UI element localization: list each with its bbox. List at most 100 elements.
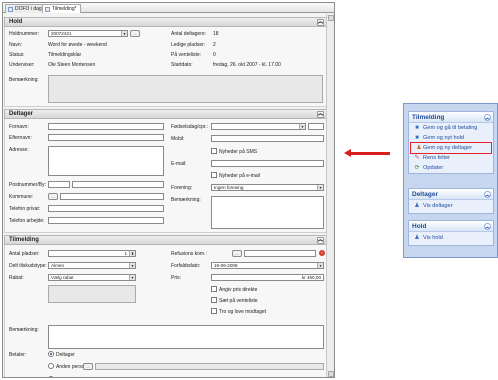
anden-person-browse-button[interactable]: ... — [83, 363, 93, 370]
antal-pladser-label: Antal pladser: — [9, 251, 40, 257]
antal-deltagere-label: Antal deltagere: — [171, 31, 207, 37]
panel-item-label: Gem og ny deltager — [423, 145, 473, 151]
panel-group-title: Hold — [412, 223, 427, 230]
fornavn-input[interactable] — [48, 123, 164, 130]
panel-group-header[interactable]: Tilmelding ︽ — [409, 112, 493, 123]
opdater-link[interactable]: ⟳ Opdater — [409, 163, 493, 173]
collapse-icon[interactable]: ︽ — [484, 191, 491, 198]
section-deltager: Fornavn: Efternavn: Adresse: Postnummer/… — [4, 119, 327, 233]
nyheder-email-checkbox[interactable] — [211, 172, 217, 178]
panel-item-label: Gem og gå til betaling — [423, 125, 478, 131]
rabat-select[interactable]: Vælg rabat ▾ — [48, 274, 136, 281]
panel-group-hold: Hold ︽ ♟ Vis hold — [408, 220, 494, 246]
panel-group-title: Deltager — [412, 191, 439, 198]
section-title: Hold — [9, 19, 23, 25]
section-hold: Holdnummer: 20072421 ▾ ... Navn: Word fo… — [4, 27, 327, 107]
chevron-down-icon[interactable]: ▾ — [129, 263, 135, 268]
user-icon: ♟ — [414, 203, 420, 209]
tilmelding-bemaerkning-label: Bemærkning: — [9, 327, 39, 333]
saet-venteliste-checkbox[interactable] — [211, 297, 217, 303]
antal-pladser-value: 1 — [124, 251, 127, 256]
saet-venteliste-label: Sæt på venteliste — [219, 298, 258, 304]
tilmelding-bemaerkning-input[interactable] — [48, 325, 324, 349]
hold-bemaerkning-label: Bemærkning: — [9, 77, 39, 83]
betaler-organisation-radio[interactable] — [48, 376, 54, 377]
scroll-up-arrow[interactable] — [328, 15, 334, 21]
rens-felter-link[interactable]: ✎ Rens felter — [409, 153, 493, 163]
chevron-down-icon[interactable]: ▾ — [317, 263, 323, 268]
vis-deltager-link[interactable]: ♟ Vis deltager — [409, 200, 493, 213]
antal-pladser-stepper[interactable]: 1 ⬍ — [48, 250, 136, 257]
chevron-down-icon[interactable]: ▾ — [121, 31, 127, 36]
gem-og-ny-deltager-link[interactable]: ♟ Gem og ny deltager — [410, 142, 492, 154]
angiv-pris-label: Angiv pris direkte — [219, 287, 258, 293]
kommune-label: Kommune: — [9, 194, 34, 200]
gem-og-nyt-hold-link[interactable]: ■ Gem og nyt hold — [409, 133, 493, 143]
forfaldsdato-input[interactable]: 19-06-2008 ▾ — [211, 262, 324, 269]
betaler-anden-person-radio[interactable] — [48, 363, 54, 369]
panel-group-header[interactable]: Hold ︽ — [409, 221, 493, 232]
cpr-input[interactable] — [308, 123, 324, 130]
holdnummer-input[interactable]: 20072421 ▾ — [48, 30, 128, 37]
underviser-label: Underviser: — [9, 62, 35, 68]
foedselsdag-input[interactable]: ▾ — [211, 123, 306, 130]
gem-og-gaa-til-betaling-link[interactable]: ■ Gem og gå til betaling — [409, 123, 493, 133]
refusion-kom-input[interactable] — [244, 250, 316, 257]
forening-select[interactable]: Ingen forening ▾ — [211, 184, 324, 191]
eraser-icon: ✎ — [414, 155, 420, 161]
section-header-deltager[interactable]: Deltager ︽ — [4, 109, 327, 119]
angiv-pris-checkbox[interactable] — [211, 286, 217, 292]
telefon-privat-input[interactable] — [48, 205, 164, 212]
adresse-input[interactable] — [48, 146, 164, 176]
scroll-down-arrow[interactable] — [328, 371, 334, 377]
postnummer-input[interactable] — [48, 181, 70, 188]
refusion-browse-button[interactable]: ... — [232, 250, 242, 257]
collapse-icon[interactable]: ︽ — [484, 223, 491, 230]
betaler-deltager-label: Deltager — [56, 352, 75, 358]
hold-bemaerkning-field — [48, 75, 323, 103]
save-icon: ■ — [415, 135, 419, 141]
deltager-bemaerkning-input[interactable] — [211, 196, 324, 229]
nyheder-sms-checkbox[interactable] — [211, 148, 217, 154]
panel-group-deltager: Deltager ︽ ♟ Vis deltager — [408, 188, 494, 214]
efternavn-input[interactable] — [48, 134, 164, 141]
by-input[interactable] — [72, 181, 164, 188]
kommune-input[interactable] — [60, 193, 164, 200]
telefon-arbejde-input[interactable] — [48, 217, 164, 224]
chevron-down-icon[interactable]: ▾ — [299, 124, 305, 129]
section-header-hold[interactable]: Hold ︽ — [4, 17, 327, 27]
tab-tilmelding[interactable]: Tilmelding* — [42, 4, 81, 13]
save-icon: ■ — [415, 125, 419, 131]
pris-input[interactable]: kr 450,00 — [211, 274, 324, 281]
holdnummer-browse-button[interactable]: ... — [130, 30, 140, 37]
vis-hold-link[interactable]: ♟ Vis hold — [409, 232, 493, 245]
section-header-tilmelding[interactable]: Tilmelding ︽ — [4, 235, 327, 245]
task-panel: Tilmelding ︽ ■ Gem og gå til betaling ■ … — [403, 103, 498, 258]
spinner-icon[interactable]: ⬍ — [129, 251, 135, 256]
collapse-icon[interactable]: ︽ — [317, 19, 324, 26]
tab-dofo-i-dag[interactable]: DOFO i dag — [5, 4, 46, 13]
collapse-icon[interactable]: ︽ — [317, 237, 324, 244]
panel-group-header[interactable]: Deltager ︽ — [409, 189, 493, 200]
tab-strip: DOFO i dag Tilmelding* — [3, 3, 334, 13]
section-title: Deltager — [9, 111, 34, 117]
betaler-deltager-radio[interactable] — [48, 351, 54, 357]
panel-item-label: Vis hold — [423, 235, 443, 241]
email-input[interactable] — [211, 160, 324, 167]
vertical-scrollbar[interactable] — [326, 14, 334, 377]
mobil-input[interactable] — [211, 135, 324, 142]
chevron-down-icon[interactable]: ▾ — [129, 275, 135, 280]
nyheder-email-label: Nyheder på e-mail — [219, 173, 260, 179]
underviser-value: Ole Steen Mortensen — [48, 62, 96, 68]
email-label: E-mail: — [171, 161, 187, 167]
delt-tilskudstype-select[interactable]: Almen ▾ — [48, 262, 136, 269]
chevron-down-icon[interactable]: ▾ — [317, 185, 323, 190]
collapse-icon[interactable]: ︽ — [317, 111, 324, 118]
collapse-icon[interactable]: ︽ — [484, 114, 491, 121]
panel-item-label: Vis deltager — [423, 203, 453, 209]
startdato-value: fredag, 26. okt 2007 - kl. 17.00 — [213, 62, 281, 68]
refresh-icon: ⟳ — [414, 165, 420, 171]
tro-og-love-checkbox[interactable] — [211, 308, 217, 314]
section-title: Tilmelding — [9, 237, 39, 243]
kommune-browse-button[interactable]: ... — [48, 193, 58, 200]
